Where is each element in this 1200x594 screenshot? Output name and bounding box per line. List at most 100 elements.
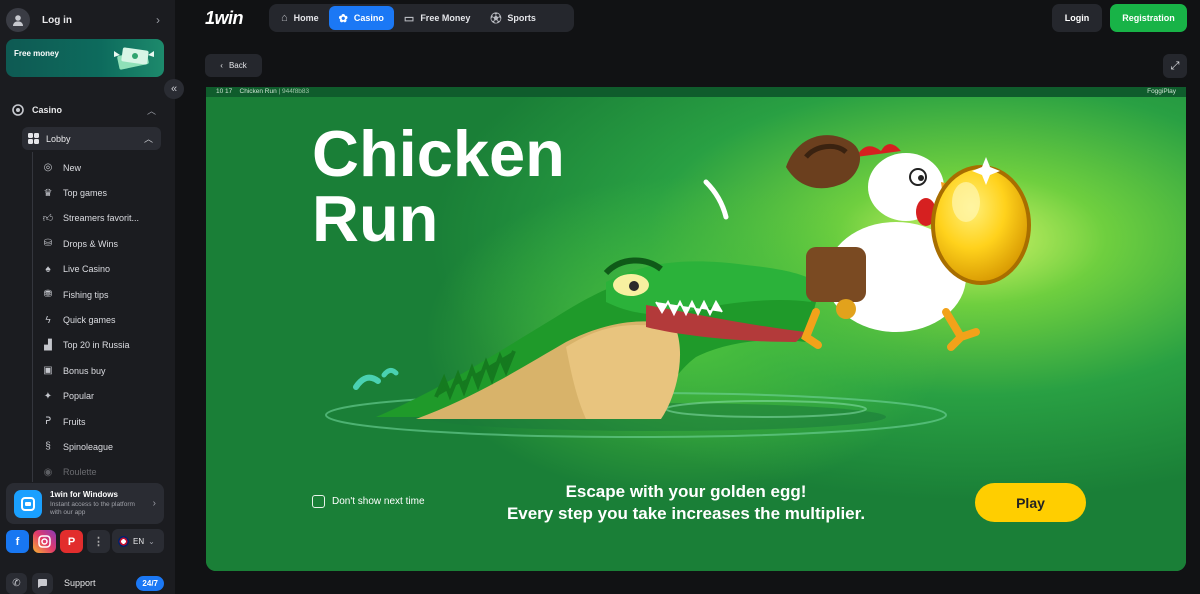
uk-flag-icon [118,535,129,547]
language-selector[interactable]: EN ⌄ [112,529,164,553]
sidebar-lobby-label: Lobby [46,133,71,144]
sidebar-item-quick-games[interactable]: ϟ Quick games [40,307,165,332]
chevron-up-icon: ︿ [146,105,156,116]
sidebar-item-new[interactable]: ◎ New [40,155,165,180]
sidebar-item-popular[interactable]: ✦ Popular [40,384,165,409]
sidebar-item-streamers[interactable]: 👍︎ Streamers favorit... [40,206,165,231]
tab-free-money[interactable]: ▭ Free Money [394,6,480,30]
support-row[interactable]: ✆ Support 24/7 [6,572,164,594]
sparkle-icon: ✦ [43,390,53,402]
sidebar-item-label: Spinoleague [63,441,114,452]
login-button[interactable]: Login [1052,4,1102,32]
game-title: Chicken Run [312,121,565,251]
back-button[interactable]: ‹ Back [205,54,262,77]
game-tagline-line1: Escape with your golden egg! [565,482,807,501]
tab-casino[interactable]: ✿ Casino [328,6,394,30]
sidebar-menu-list: ◎ New ♛ Top games 👍︎ Streamers favorit... ⛁… [40,155,165,485]
game-meta-time: 10 17 [216,88,233,95]
tab-sports[interactable]: ⚽︎ Sports [480,6,546,30]
sidebar-item-label: Top games [63,188,108,199]
soccer-ball-icon: ⚽︎ [490,13,502,25]
cherry-icon: ᕈ [44,416,52,428]
new-icon: ◎ [43,162,53,174]
registration-button[interactable]: Registration [1110,4,1187,32]
sidebar-item-spinoleague[interactable]: § Spinoleague [40,434,165,459]
instagram-icon[interactable] [33,530,56,553]
game-provider: FoggiPlay [1147,88,1176,95]
fish-icon: ⛃ [43,289,53,301]
sidebar-item-label: Popular [63,391,95,402]
tab-label: Free Money [420,13,471,23]
game-meta-info: 10 17 Chicken Run | 944f8b83 [216,88,309,95]
windows-app-icon [14,489,42,518]
fullscreen-button[interactable]: ⤢ [1163,54,1187,78]
league-icon: § [45,441,51,453]
dont-show-label: Don't show next time [332,496,425,507]
brand-logo[interactable]: 1win [205,8,244,29]
windows-app-subtitle: Instant access to the platform with our … [50,501,135,516]
sidebar-item-roulette[interactable]: ◉ Roulette [40,460,165,485]
app-root: Log in › Free money « Casino ︿ Lobby ︿ ◎… [0,0,1200,594]
sidebar-item-bonus-buy[interactable]: ▣ Bonus buy [40,358,165,383]
menu-tree-line [32,152,33,482]
money-stack-icon [114,47,154,70]
sidebar-item-fruits[interactable]: ᕈ Fruits [40,409,165,434]
user-avatar-icon [6,8,30,32]
sidebar-item-drops-wins[interactable]: ⛁ Drops & Wins [40,231,165,256]
sidebar-item-label: Top 20 in Russia [63,340,130,351]
game-meta-bar: 10 17 Chicken Run | 944f8b83 FoggiPlay [206,87,1186,97]
free-money-banner[interactable]: Free money [6,39,164,77]
grid-icon [28,133,39,144]
thumbs-up-icon: 👍︎ [42,213,54,225]
sidebar-item-label: New [63,162,82,173]
sidebar-item-label: Fruits [63,416,86,427]
tab-label: Home [293,13,319,23]
sidebar-login[interactable]: Log in › [6,6,168,34]
phone-icon[interactable]: ✆ [6,572,27,594]
sidebar-section-casino[interactable]: Casino ︿ [12,101,162,119]
sidebar-item-label: Streamers favorit... [63,213,140,224]
chevron-down-icon: ⌄ [148,536,155,546]
pinterest-icon[interactable]: P [60,530,83,553]
language-label: EN [133,536,145,546]
dont-show-checkbox[interactable] [312,495,325,508]
roulette-icon: ◉ [43,466,53,478]
sidebar-item-lobby[interactable]: Lobby ︿ [22,127,161,150]
tab-home[interactable]: ⌂ Home [271,6,329,30]
gift-icon: ▣ [43,365,53,377]
windows-app-card[interactable]: 1win for Windows Instant access to the p… [6,483,164,524]
support-label: Support [64,578,96,588]
game-title-line2: Run [312,182,439,255]
more-options-icon[interactable]: ⋮ [87,530,110,553]
social-links: f P ⋮ [6,529,110,554]
coins-icon: ⛁ [43,238,53,250]
casino-chip-icon [12,104,24,116]
sidebar-item-top-games[interactable]: ♛ Top games [40,180,165,205]
support-badge: 24/7 [136,575,164,591]
sidebar-item-fishing[interactable]: ⛃ Fishing tips [40,282,165,307]
sidebar-item-label: Live Casino [63,264,111,275]
chevron-left-icon: ‹ [220,61,223,70]
sidebar-item-top20-russia[interactable]: ▟ Top 20 in Russia [40,333,165,358]
sidebar-item-label: Drops & Wins [63,238,119,249]
money-icon: ▭ [403,12,415,25]
game-tagline: Escape with your golden egg! Every step … [476,481,896,525]
chevron-right-icon: › [152,498,156,509]
lightning-icon: ϟ [45,314,51,326]
spade-icon: ♠ [45,263,51,275]
crown-icon: ♛ [43,187,53,199]
collapse-sidebar-button[interactable]: « [164,79,184,99]
game-meta-title: Chicken Run [239,88,277,95]
chat-icon[interactable] [32,572,53,594]
double-chevron-left-icon: « [170,83,178,95]
play-button[interactable]: Play [975,483,1086,522]
top-navigation: ⌂ Home ✿ Casino ▭ Free Money ⚽︎ Sports [269,4,574,32]
sidebar-item-label: Quick games [63,315,116,326]
game-frame[interactable]: Chicken Run Don't show next time Escape … [206,97,1186,571]
game-meta-id: | 944f8b83 [278,88,310,95]
sidebar-item-live-casino[interactable]: ♠ Live Casino [40,257,165,282]
dont-show-toggle[interactable]: Don't show next time [312,495,425,508]
back-label: Back [228,61,247,70]
facebook-icon[interactable]: f [6,530,29,553]
chevron-up-icon: ︿ [143,134,153,144]
